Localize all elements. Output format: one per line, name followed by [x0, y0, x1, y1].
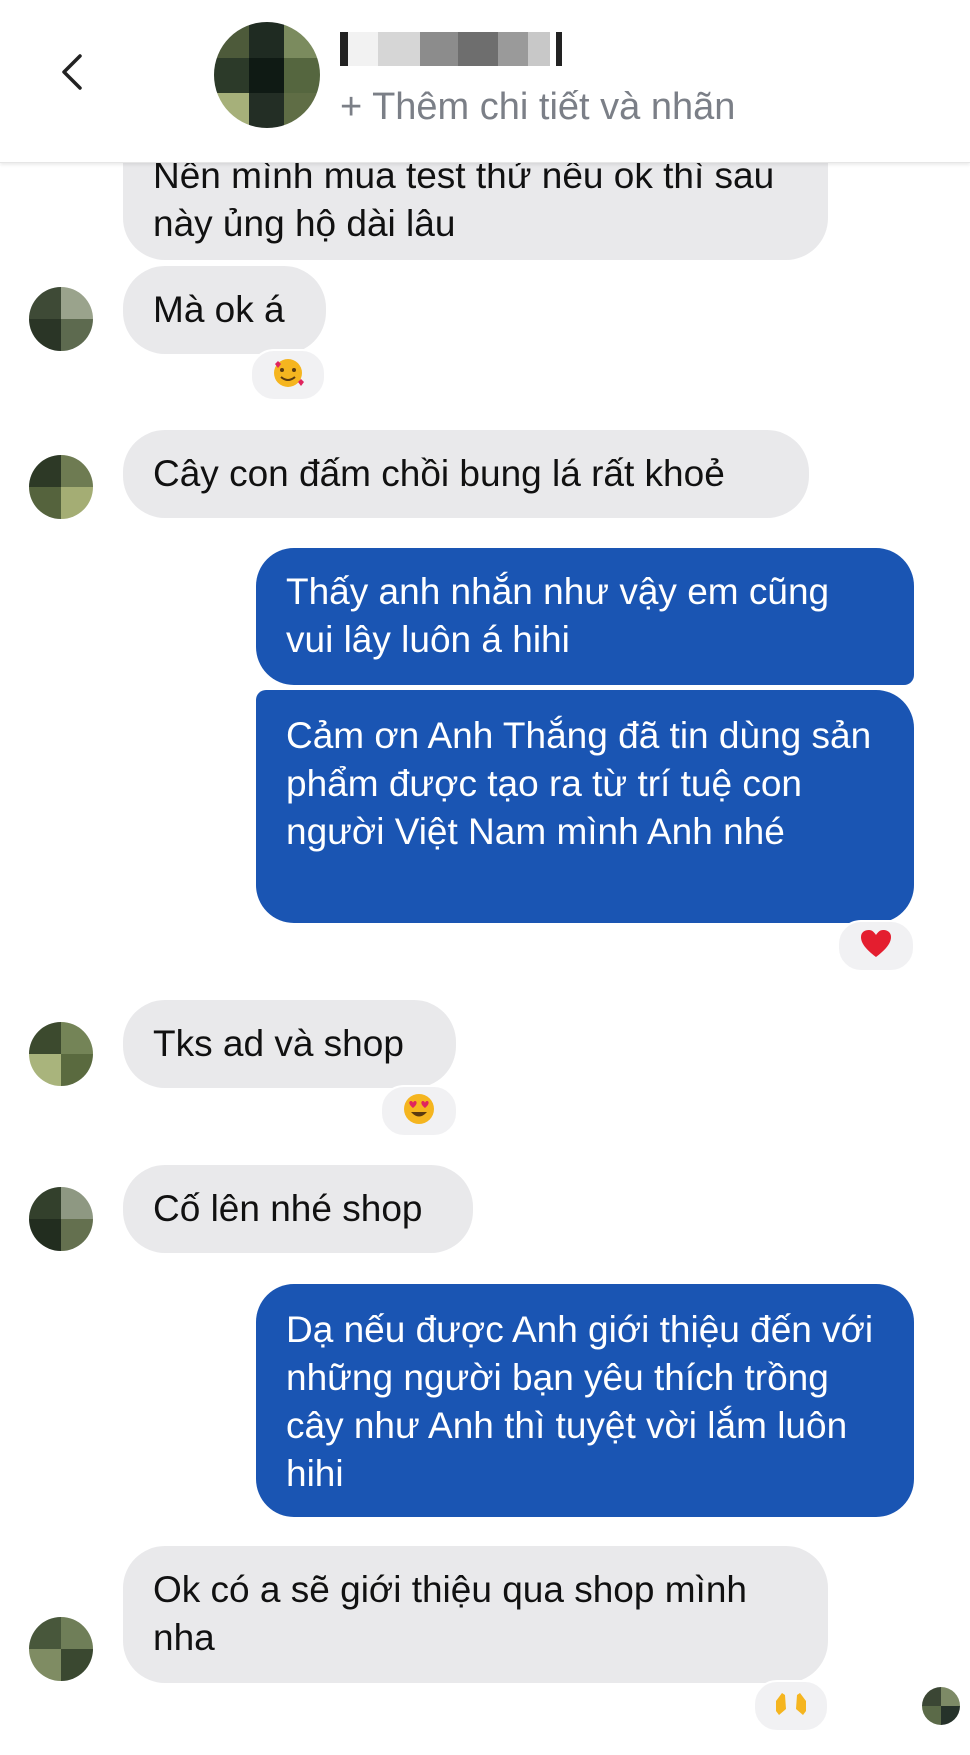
message-text: Cây con đấm chồi bung lá rất khoẻ: [153, 453, 725, 494]
message-text: Dạ nếu được Anh giới thiệu đến với những…: [286, 1309, 874, 1494]
outgoing-message[interactable]: Thấy anh nhắn như vậy em cũng vui lây lu…: [256, 548, 914, 685]
seen-receipt-avatar: [922, 1687, 960, 1725]
raising-hands-icon: [774, 1691, 808, 1722]
heart-eyes-icon: [402, 1092, 436, 1131]
message-text: Ok có a sẽ giới thiệu qua shop mình nha: [153, 1569, 747, 1658]
outgoing-message[interactable]: Dạ nếu được Anh giới thiệu đến với những…: [256, 1284, 914, 1517]
incoming-message[interactable]: Cây con đấm chồi bung lá rất khoẻ: [123, 430, 809, 518]
chat-header: + Thêm chi tiết và nhãn: [0, 0, 970, 163]
contact-avatar[interactable]: [29, 455, 93, 519]
contact-avatar[interactable]: [29, 287, 93, 351]
incoming-message[interactable]: Mà ok á: [123, 266, 326, 354]
contact-avatar[interactable]: [29, 1187, 93, 1251]
contact-name-redacted[interactable]: [340, 32, 570, 66]
back-button[interactable]: [46, 46, 98, 102]
contact-avatar[interactable]: [29, 1022, 93, 1086]
message-text: Cảm ơn Anh Thắng đã tin dùng sản phẩm đư…: [286, 715, 872, 852]
message-text: Cố lên nhé shop: [153, 1188, 423, 1229]
smiling-face-with-hearts-icon: [271, 356, 305, 395]
incoming-message[interactable]: Tks ad và shop: [123, 1000, 456, 1088]
add-details-labels-link[interactable]: + Thêm chi tiết và nhãn: [340, 86, 735, 129]
incoming-message[interactable]: Cố lên nhé shop: [123, 1165, 473, 1253]
chevron-left-icon: [60, 52, 84, 97]
incoming-message[interactable]: Ok có a sẽ giới thiệu qua shop mình nha: [123, 1546, 828, 1683]
message-reaction[interactable]: [250, 349, 326, 401]
red-heart-icon: [860, 929, 892, 964]
message-reaction[interactable]: [380, 1085, 458, 1137]
outgoing-message[interactable]: Cảm ơn Anh Thắng đã tin dùng sản phẩm đư…: [256, 690, 914, 923]
contact-avatar[interactable]: [29, 1617, 93, 1681]
message-text: Mà ok á: [153, 289, 285, 330]
message-text: Thấy anh nhắn như vậy em cũng vui lây lu…: [286, 571, 830, 660]
message-text: Nên mình mua test thử nếu ok thì sau này…: [153, 155, 775, 244]
message-reaction[interactable]: [837, 920, 915, 972]
message-reaction[interactable]: [753, 1680, 829, 1732]
contact-avatar[interactable]: [214, 22, 320, 128]
message-text: Tks ad và shop: [153, 1023, 404, 1064]
